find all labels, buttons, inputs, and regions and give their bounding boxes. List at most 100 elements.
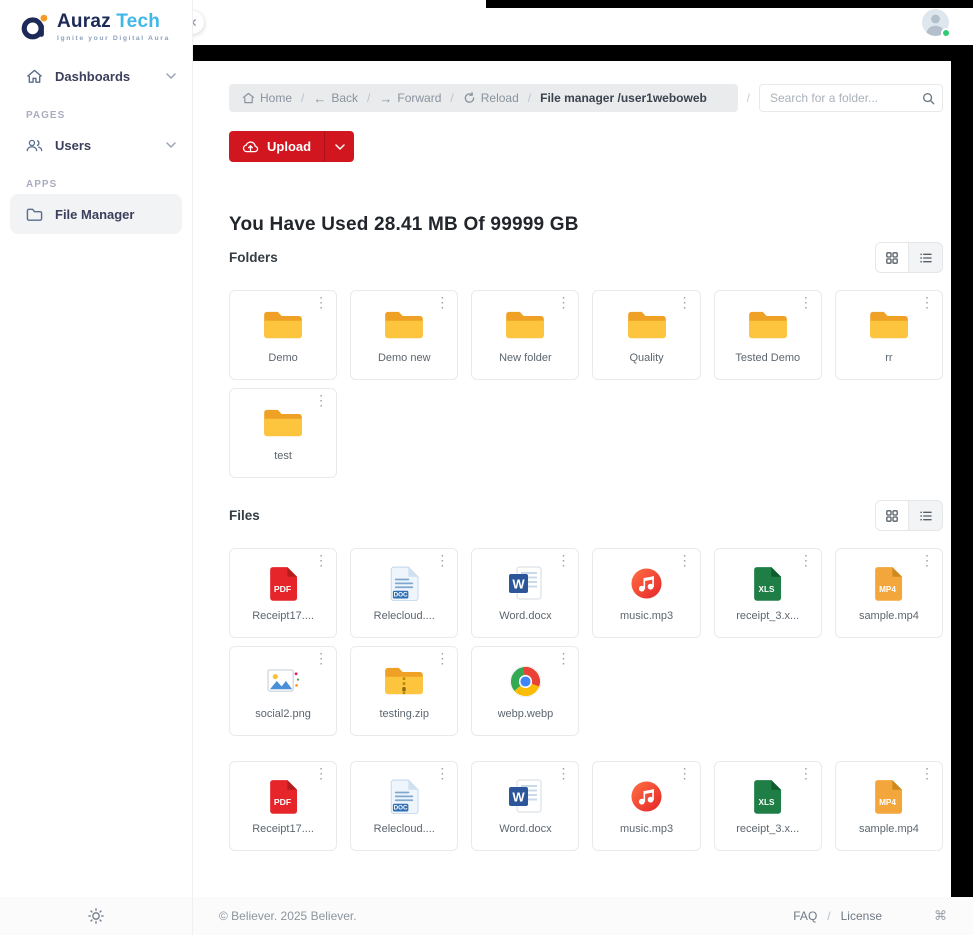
- folder-icon: [626, 309, 668, 341]
- faq-link[interactable]: FAQ: [793, 909, 817, 923]
- command-icon[interactable]: ⌘: [934, 908, 947, 924]
- kebab-menu-icon[interactable]: ⋮: [314, 295, 328, 310]
- file-name: receipt_3.x...: [736, 823, 799, 835]
- file-card[interactable]: ⋮ sample.mp4: [835, 548, 943, 638]
- upload-dropdown-toggle[interactable]: [324, 131, 354, 162]
- folder-search: [759, 84, 943, 112]
- breadcrumb-home[interactable]: Home: [242, 91, 292, 105]
- sidebar-item-users[interactable]: Users: [0, 125, 192, 165]
- doc-file-icon: [390, 566, 419, 601]
- file-card[interactable]: ⋮ Word.docx: [471, 548, 579, 638]
- brand-logo[interactable]: Auraz Tech Ignite your Digital Aura: [0, 0, 192, 42]
- kebab-menu-icon[interactable]: ⋮: [314, 393, 328, 408]
- kebab-menu-icon[interactable]: ⋮: [920, 766, 934, 781]
- folder-name: Quality: [629, 352, 663, 364]
- license-link[interactable]: License: [841, 909, 882, 923]
- doc-file-icon: [390, 779, 419, 814]
- page-footer: © Believer. 2025 Believer. FAQ / License…: [193, 897, 973, 935]
- breadcrumb-current-path: File manager /user1weboweb: [540, 91, 707, 105]
- upload-button-label: Upload: [267, 139, 311, 154]
- kebab-menu-icon[interactable]: ⋮: [799, 553, 813, 568]
- file-card[interactable]: ⋮ Relecloud....: [350, 548, 458, 638]
- folder-card[interactable]: ⋮ test: [229, 388, 337, 478]
- sidebar-item-file-manager[interactable]: File Manager: [10, 194, 182, 234]
- breadcrumb-bar: Home / ← Back / → Forward / Reload / Fil…: [229, 84, 943, 112]
- kebab-menu-icon[interactable]: ⋮: [556, 766, 570, 781]
- mp4-file-icon: [874, 566, 903, 601]
- brand-tagline: Ignite your Digital Aura: [57, 35, 170, 42]
- main-content: Home / ← Back / → Forward / Reload / Fil…: [193, 61, 951, 897]
- folder-card[interactable]: ⋮ Demo: [229, 290, 337, 380]
- kebab-menu-icon[interactable]: ⋮: [556, 295, 570, 310]
- file-card[interactable]: ⋮ music.mp3: [592, 761, 700, 851]
- sidebar-item-dashboards[interactable]: Dashboards: [0, 56, 192, 96]
- upload-button-group: Upload: [229, 131, 354, 162]
- file-card[interactable]: ⋮ Word.docx: [471, 761, 579, 851]
- kebab-menu-icon[interactable]: ⋮: [314, 651, 328, 666]
- file-name: Relecloud....: [374, 823, 435, 835]
- top-black-strip: [486, 0, 973, 8]
- kebab-menu-icon[interactable]: ⋮: [435, 766, 449, 781]
- file-name: sample.mp4: [859, 823, 919, 835]
- folder-card[interactable]: ⋮ New folder: [471, 290, 579, 380]
- file-card[interactable]: ⋮ music.mp3: [592, 548, 700, 638]
- files-grid-1: ⋮ Receipt17.... ⋮ Relecloud.... ⋮ Word.d…: [229, 548, 943, 736]
- kebab-menu-icon[interactable]: ⋮: [799, 295, 813, 310]
- upload-button[interactable]: Upload: [229, 131, 324, 162]
- folder-card[interactable]: ⋮ Quality: [592, 290, 700, 380]
- list-view-button[interactable]: [909, 501, 942, 530]
- grid-icon: [886, 510, 898, 522]
- folder-card[interactable]: ⋮ Tested Demo: [714, 290, 822, 380]
- kebab-menu-icon[interactable]: ⋮: [314, 553, 328, 568]
- kebab-menu-icon[interactable]: ⋮: [678, 553, 692, 568]
- breadcrumb-reload[interactable]: Reload: [463, 91, 519, 105]
- list-view-button[interactable]: [909, 243, 942, 272]
- kebab-menu-icon[interactable]: ⋮: [799, 766, 813, 781]
- kebab-menu-icon[interactable]: ⋮: [314, 766, 328, 781]
- footer-links: FAQ / License ⌘: [793, 908, 947, 924]
- kebab-menu-icon[interactable]: ⋮: [435, 553, 449, 568]
- theme-toggle-sun-icon[interactable]: [88, 908, 104, 924]
- file-name: receipt_3.x...: [736, 610, 799, 622]
- file-card[interactable]: ⋮ testing.zip: [350, 646, 458, 736]
- kebab-menu-icon[interactable]: ⋮: [435, 295, 449, 310]
- kebab-menu-icon[interactable]: ⋮: [920, 553, 934, 568]
- file-card[interactable]: ⋮ receipt_3.x...: [714, 548, 822, 638]
- kebab-menu-icon[interactable]: ⋮: [435, 651, 449, 666]
- file-name: Receipt17....: [252, 610, 314, 622]
- search-input[interactable]: [760, 91, 914, 105]
- chevron-down-icon: [166, 142, 176, 148]
- file-card[interactable]: ⋮ Receipt17....: [229, 548, 337, 638]
- kebab-menu-icon[interactable]: ⋮: [678, 766, 692, 781]
- folder-icon: [747, 309, 789, 341]
- folder-name: rr: [885, 352, 892, 364]
- sidebar-section-pages: PAGES: [26, 110, 192, 121]
- folder-card[interactable]: ⋮ Demo new: [350, 290, 458, 380]
- folder-name: Tested Demo: [735, 352, 800, 364]
- file-card[interactable]: ⋮ webp.webp: [471, 646, 579, 736]
- breadcrumb-separator: /: [367, 91, 370, 105]
- user-avatar[interactable]: [922, 9, 949, 36]
- kebab-menu-icon[interactable]: ⋮: [678, 295, 692, 310]
- grid-view-button[interactable]: [876, 501, 909, 530]
- file-name: webp.webp: [498, 708, 554, 720]
- breadcrumb-back[interactable]: ← Back: [313, 91, 358, 105]
- file-name: Word.docx: [499, 823, 551, 835]
- kebab-menu-icon[interactable]: ⋮: [556, 553, 570, 568]
- file-card[interactable]: ⋮ social2.png: [229, 646, 337, 736]
- upload-row: Upload: [229, 131, 943, 162]
- search-button[interactable]: [914, 85, 942, 111]
- file-card[interactable]: ⋮ Relecloud....: [350, 761, 458, 851]
- file-card[interactable]: ⋮ sample.mp4: [835, 761, 943, 851]
- breadcrumb-forward[interactable]: → Forward: [379, 91, 441, 105]
- folder-card[interactable]: ⋮ rr: [835, 290, 943, 380]
- sidebar-footer: [0, 897, 192, 935]
- kebab-menu-icon[interactable]: ⋮: [556, 651, 570, 666]
- list-icon: [920, 252, 932, 264]
- grid-view-button[interactable]: [876, 243, 909, 272]
- reload-icon: [463, 92, 476, 104]
- breadcrumb: Home / ← Back / → Forward / Reload / Fil…: [229, 84, 738, 112]
- file-card[interactable]: ⋮ receipt_3.x...: [714, 761, 822, 851]
- kebab-menu-icon[interactable]: ⋮: [920, 295, 934, 310]
- file-card[interactable]: ⋮ Receipt17....: [229, 761, 337, 851]
